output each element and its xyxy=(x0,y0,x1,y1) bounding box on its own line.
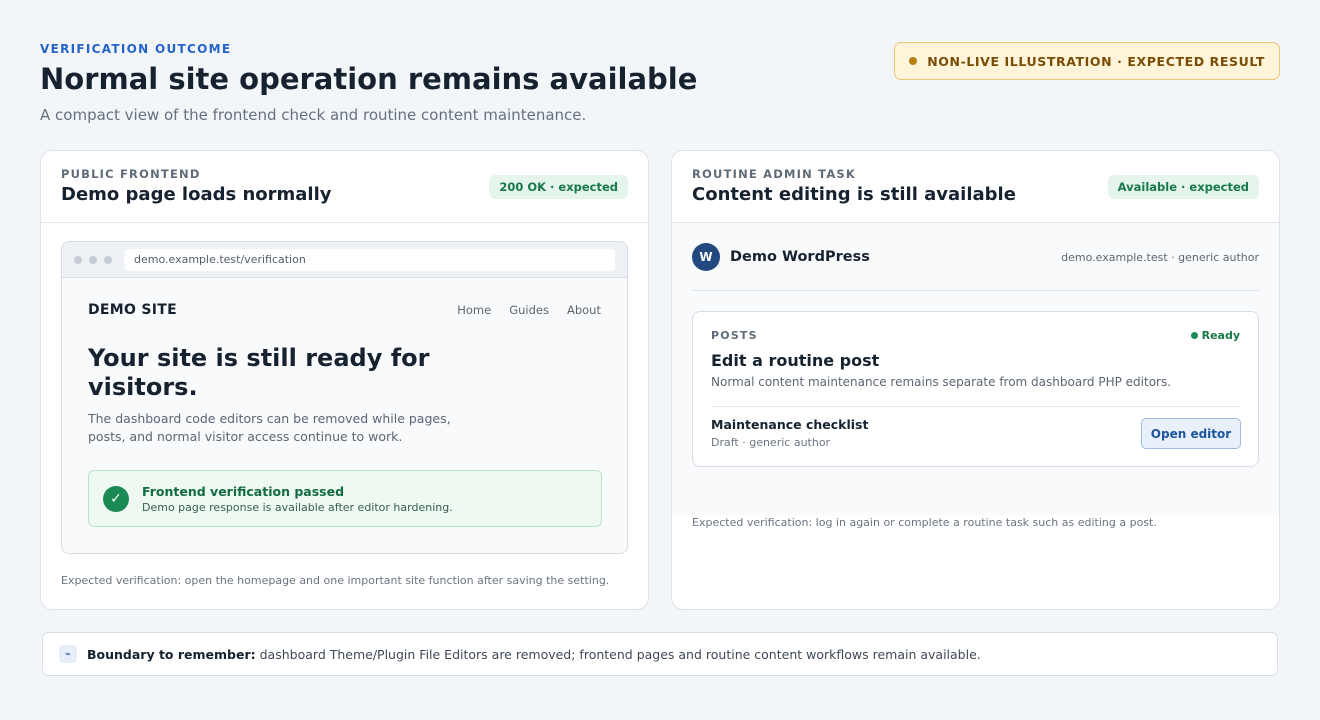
verification-success-box: ✓ Frontend verification passed Demo page… xyxy=(88,470,602,527)
admin-preview: W Demo WordPress demo.example.test · gen… xyxy=(672,223,1279,515)
hero-heading: Your site is still ready for visitors. xyxy=(88,344,430,401)
boundary-body: dashboard Theme/Plugin File Editors are … xyxy=(259,646,981,662)
illustration-notice-badge: NON-LIVE ILLUSTRATION · EXPECTED RESULT xyxy=(894,42,1280,80)
posts-title: Edit a routine post xyxy=(711,351,880,370)
boundary-note: ⌁ Boundary to remember: dashboard Theme/… xyxy=(42,632,1278,676)
browser-toolbar: demo.example.test/verification xyxy=(62,242,627,278)
posts-divider xyxy=(711,406,1240,407)
boundary-label: Boundary to remember: xyxy=(87,646,256,662)
window-controls xyxy=(74,255,112,264)
frontend-card-header: PUBLIC FRONTEND Demo page loads normally… xyxy=(41,151,648,223)
post-item-title[interactable]: Maintenance checklist xyxy=(711,417,868,432)
posts-status-label: Ready xyxy=(1201,329,1240,342)
open-editor-button[interactable]: Open editor xyxy=(1141,418,1241,449)
wp-site-name: Demo WordPress xyxy=(730,249,870,265)
page-eyebrow: VERIFICATION OUTCOME xyxy=(40,42,232,56)
frontend-card: PUBLIC FRONTEND Demo page loads normally… xyxy=(40,150,649,610)
page-title: Normal site operation remains available xyxy=(40,62,698,96)
posts-eyebrow: POSTS xyxy=(711,329,758,342)
hero-body: The dashboard code editors can be remove… xyxy=(88,411,451,445)
posts-description: Normal content maintenance remains separ… xyxy=(711,375,1172,389)
page-subtitle: A compact view of the frontend check and… xyxy=(40,106,587,124)
post-item-meta: Draft · generic author xyxy=(711,436,831,449)
boundary-text: Boundary to remember: dashboard Theme/Pl… xyxy=(87,647,981,662)
address-bar[interactable]: demo.example.test/verification xyxy=(124,248,615,271)
window-dot-icon xyxy=(89,255,97,264)
nav-link-guides[interactable]: Guides xyxy=(509,303,549,317)
wp-site-meta: demo.example.test · generic author xyxy=(1061,251,1259,264)
site-logo[interactable]: DEMO SITE xyxy=(88,302,177,318)
ready-dot-icon xyxy=(1190,332,1198,339)
nav-link-home[interactable]: Home xyxy=(457,303,491,317)
info-icon: ⌁ xyxy=(59,645,77,663)
notice-dot-icon xyxy=(909,57,918,65)
posts-status: Ready xyxy=(1190,329,1240,342)
window-dot-icon xyxy=(104,255,112,264)
admin-card: ROUTINE ADMIN TASK Content editing is st… xyxy=(671,150,1280,610)
check-icon: ✓ xyxy=(103,485,129,512)
admin-card-footnote: Expected verification: log in again or c… xyxy=(692,516,1157,529)
frontend-card-footnote: Expected verification: open the homepage… xyxy=(61,574,610,587)
browser-preview: demo.example.test/verification DEMO SITE… xyxy=(61,241,628,554)
status-badge: Available · expected xyxy=(1107,175,1259,199)
verification-title: Frontend verification passed xyxy=(142,483,345,499)
nav-link-about[interactable]: About xyxy=(567,303,601,317)
window-dot-icon xyxy=(74,255,82,264)
notice-label: NON-LIVE ILLUSTRATION · EXPECTED RESULT xyxy=(927,53,1265,69)
verification-subtitle: Demo page response is available after ed… xyxy=(142,500,453,514)
status-badge: 200 OK · expected xyxy=(489,175,628,199)
site-header: DEMO SITE Home Guides About xyxy=(88,302,601,318)
posts-panel: POSTS Ready Edit a routine post Normal c… xyxy=(692,311,1259,467)
wordpress-logo-icon: W xyxy=(692,243,720,271)
wp-brand: W Demo WordPress xyxy=(692,243,870,271)
wp-admin-bar: W Demo WordPress demo.example.test · gen… xyxy=(692,243,1259,291)
admin-card-header: ROUTINE ADMIN TASK Content editing is st… xyxy=(672,151,1279,223)
site-nav: Home Guides About xyxy=(457,303,601,317)
